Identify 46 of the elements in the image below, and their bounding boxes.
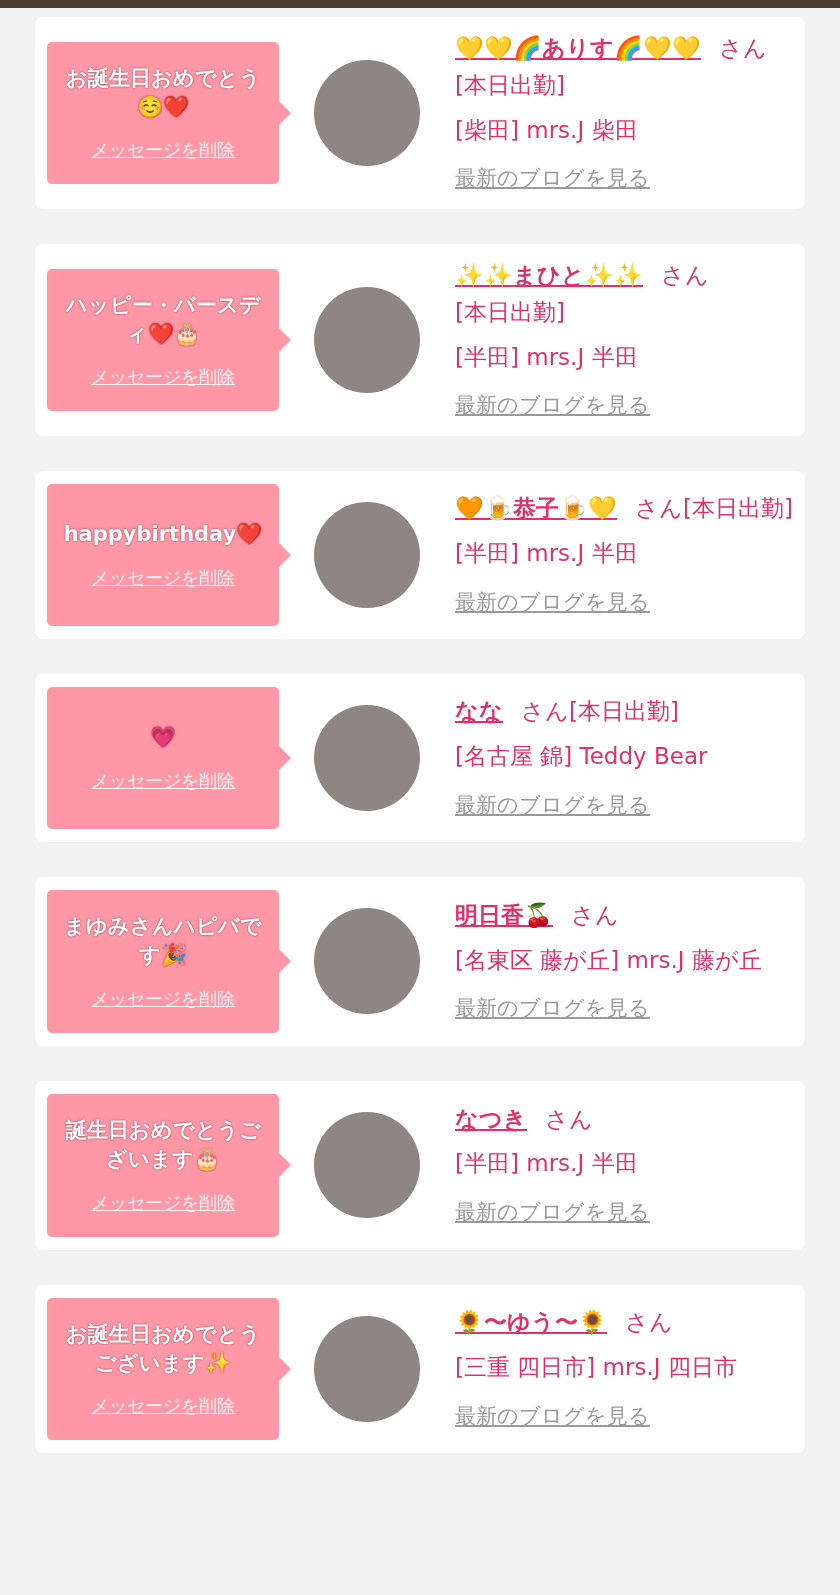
status-text: [本日出勤] (569, 697, 679, 727)
shop-text: [柴田] mrs.J 柴田 (455, 115, 639, 145)
message-text: 💗 (150, 724, 176, 752)
name-link[interactable]: なな (455, 698, 503, 725)
shop-text: [名古屋 錦] Teddy Bear (455, 742, 709, 772)
shop-text: [半田] mrs.J 半田 (455, 342, 639, 372)
blog-link[interactable]: 最新のブログを見る (455, 162, 650, 196)
honorific-text: さん (625, 1308, 673, 1338)
honorific-text: さん (521, 697, 569, 727)
shop-text: [三重 四日市] mrs.J 四日市 (455, 1353, 738, 1383)
message-text: ハッピー・バースディ❤🎂 (64, 291, 262, 348)
name-link[interactable]: 明日香🍒 (455, 901, 553, 928)
shop-text: [半田] mrs.J 半田 (455, 539, 639, 569)
delete-message-link[interactable]: メッセージを削除 (91, 1190, 235, 1215)
message-text: お誕生日おめでとう☺❤ (64, 64, 262, 121)
blog-link[interactable]: 最新のブログを見る (455, 788, 650, 823)
delete-message-link[interactable]: メッセージを削除 (91, 768, 235, 793)
name-link[interactable]: ✨✨まひと✨✨ (455, 262, 643, 288)
delete-message-link[interactable]: メッセージを削除 (91, 986, 235, 1011)
status-text: [本日出勤] (683, 494, 793, 524)
delete-message-link[interactable]: メッセージを削除 (91, 138, 235, 163)
honorific-text: さん (719, 34, 767, 63)
delete-message-link[interactable]: メッセージを削除 (91, 365, 235, 390)
blog-link[interactable]: 最新のブログを見る (455, 585, 650, 620)
name-link[interactable]: 💛💛🌈ありす🌈💛💛 (455, 35, 701, 61)
shop-text: [名東区 藤が丘] mrs.J 藤が丘 (455, 945, 763, 975)
blog-link[interactable]: 最新のブログを見る (455, 992, 650, 1026)
name-link[interactable]: 🧡🍺恭子🍺💛 (455, 495, 617, 522)
blog-link[interactable]: 最新のブログを見る (455, 389, 650, 423)
status-text: [本日出勤] (455, 70, 565, 100)
honorific-text: さん (635, 494, 683, 524)
shop-text: [半田] mrs.J 半田 (455, 1149, 639, 1179)
message-text: 誕生日おめでとうございます🎂 (64, 1116, 262, 1174)
name-link[interactable]: 🌻〜ゆう〜🌻 (455, 1309, 607, 1336)
blog-link[interactable]: 最新のブログを見る (455, 1196, 650, 1230)
status-text: [本日出勤] (455, 297, 565, 327)
honorific-text: さん (571, 900, 619, 930)
message-text: happybirthday❤ (63, 521, 263, 549)
message-text: まゆみさんハピバです🎉 (63, 912, 263, 970)
delete-message-link[interactable]: メッセージを削除 (91, 565, 235, 590)
name-link[interactable]: なつき (455, 1105, 527, 1132)
honorific-text: さん (661, 261, 709, 290)
blog-link[interactable]: 最新のブログを見る (455, 1399, 650, 1434)
message-text: お誕生日おめでとうございます✨ (64, 1320, 262, 1377)
delete-message-link[interactable]: メッセージを削除 (91, 1394, 235, 1419)
honorific-text: さん (545, 1104, 593, 1134)
